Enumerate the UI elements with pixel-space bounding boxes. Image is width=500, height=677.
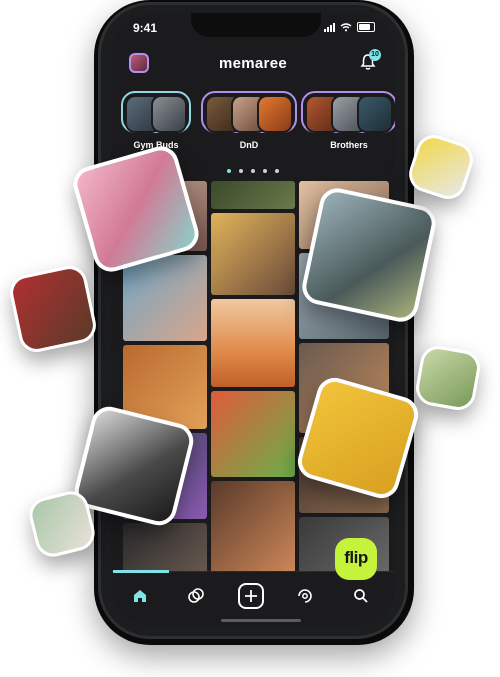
flip-badge[interactable]: flip: [335, 538, 377, 580]
phone: 9:41 memaree 10 Gym Buds DnD Brothers fl…: [98, 2, 408, 639]
group-thumbnails: [121, 91, 191, 133]
floating-photo-card: [413, 343, 483, 413]
memories-icon: [298, 589, 312, 603]
app-logo: memaree: [219, 55, 287, 72]
group-thumbnails: [201, 91, 297, 133]
active-tab-indicator: [113, 570, 169, 573]
pagination-dot[interactable]: [275, 169, 279, 173]
group-brothers[interactable]: Brothers: [301, 91, 395, 150]
memory-photo[interactable]: [211, 181, 295, 209]
memory-photo[interactable]: [211, 299, 295, 387]
tab-add[interactable]: [238, 583, 264, 609]
tab-memories[interactable]: [293, 584, 317, 608]
battery-icon: [357, 22, 375, 32]
notch: [191, 13, 321, 37]
floating-photo-card: [404, 130, 478, 204]
group-dnd[interactable]: DnD: [201, 91, 297, 150]
home-indicator: [221, 619, 301, 622]
circles-icon: [188, 588, 204, 603]
tab-home[interactable]: [128, 584, 152, 608]
group-label: Brothers: [330, 140, 368, 150]
tab-circles[interactable]: [184, 584, 208, 608]
group-label: DnD: [239, 140, 259, 150]
group-thumbnails: [301, 91, 395, 133]
floating-photo-card: [6, 262, 100, 356]
memory-photo[interactable]: [211, 481, 295, 579]
status-icons: [324, 22, 375, 32]
group-gym-buds[interactable]: Gym Buds: [121, 91, 191, 150]
memory-photo[interactable]: [211, 213, 295, 295]
app-header: memaree 10: [111, 47, 395, 77]
signal-icon: [324, 22, 335, 32]
floating-photo-card: [299, 185, 439, 325]
memory-photo[interactable]: [123, 255, 207, 341]
add-icon: [238, 583, 264, 609]
notification-badge: 10: [369, 49, 381, 61]
pagination-dot[interactable]: [239, 169, 243, 173]
pagination-dot[interactable]: [227, 169, 231, 173]
wifi-icon: [340, 22, 352, 31]
tab-search[interactable]: [349, 584, 373, 608]
status-time: 9:41: [133, 21, 158, 35]
app-screen: 9:41 memaree 10 Gym Buds DnD Brothers fl…: [111, 13, 395, 626]
memory-photo[interactable]: [211, 391, 295, 477]
pagination-dot[interactable]: [251, 169, 255, 173]
home-icon: [134, 590, 146, 602]
pagination-dot[interactable]: [263, 169, 267, 173]
search-icon: [354, 589, 368, 603]
